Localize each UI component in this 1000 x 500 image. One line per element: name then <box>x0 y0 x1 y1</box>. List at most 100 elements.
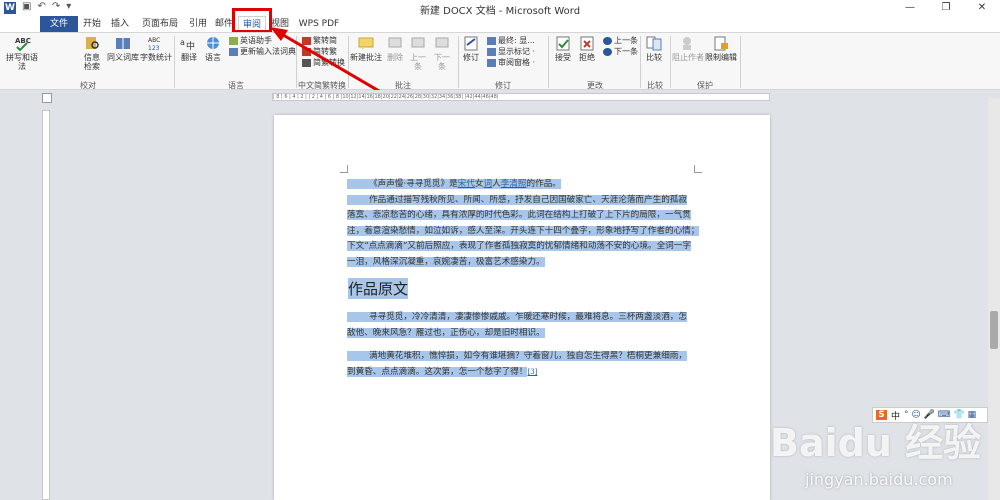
traditional-to-simplified-button[interactable]: 繁转简 <box>302 36 337 46</box>
text-line: 一泪，风格深沉凝重，哀婉凄苦，极富艺术感染力。 <box>347 256 545 267</box>
group-separator <box>174 36 175 88</box>
document-page[interactable]: 《声声慢·寻寻觅觅》是宋代女词人李清照的作品。 作品通过描写残秋所见、所闻、所感… <box>274 115 770 500</box>
thesaurus-label: 同义词库 <box>107 53 139 62</box>
t2s-label: 繁转简 <box>313 36 337 45</box>
svg-text:123: 123 <box>148 45 160 51</box>
thesaurus-icon <box>116 38 130 49</box>
chinese-conversion-button[interactable]: 简繁转换 <box>302 58 345 68</box>
text-line: 到黄昏、点点滴滴。这次第，怎一个愁字了得！ <box>347 366 528 377</box>
tab-selector-button[interactable] <box>42 93 52 103</box>
tab-file[interactable]: 文件 <box>40 16 78 32</box>
window-title: 新建 DOCX 文档 - Microsoft Word <box>419 6 581 17</box>
s2t-label: 简转繁 <box>313 47 337 56</box>
next-comment-button[interactable]: 下一条 <box>431 35 453 71</box>
show-markup-icon <box>487 47 496 56</box>
reject-label: 拒绝 <box>579 53 595 62</box>
previous-change-button[interactable]: 上一条 <box>603 36 638 46</box>
spelling-grammar-button[interactable]: ABC 拼写和语法 <box>4 35 40 71</box>
delete-comment-label: 删除 <box>387 53 403 62</box>
update-ime-dictionary-button[interactable]: 更新输入法词典 <box>229 47 296 57</box>
track-changes-button[interactable]: 修订 <box>460 35 482 62</box>
convert-label: 简繁转换 <box>313 58 345 67</box>
scrollbar-thumb[interactable] <box>990 311 998 349</box>
english-assistant-button[interactable]: 英语助手 <box>229 36 272 46</box>
language-icon <box>207 37 219 49</box>
intro-line: 《声声慢·寻寻觅觅》是宋代女词人李清照的作品。 <box>347 179 561 189</box>
margin-corner <box>694 165 702 173</box>
vertical-scrollbar[interactable] <box>988 98 1000 500</box>
footnote-ref-link[interactable]: [3] <box>527 368 537 376</box>
accept-button[interactable]: 接受 <box>552 35 574 62</box>
group-separator <box>548 36 549 88</box>
intro-paragraph[interactable]: 《声声慢·寻寻觅觅》是宋代女词人李清照的作品。 作品通过描写残秋所见、所闻、所感… <box>347 177 707 270</box>
new-comment-label: 新建批注 <box>350 53 382 62</box>
horizontal-ruler[interactable]: | 8 | 6 | 4 | 2 | | 2 | 4 | 6 | 8 |10|12… <box>272 93 770 101</box>
baidu-watermark-url: jingyan.baidu.com <box>805 470 953 489</box>
display-for-review-select[interactable]: 最终: 显... <box>487 36 535 46</box>
tab-references[interactable]: 引用 <box>186 16 210 32</box>
translate-button[interactable]: a中 翻译 <box>178 35 200 62</box>
research-label-1: 信息 <box>84 53 100 62</box>
track-changes-label: 修订 <box>463 53 479 62</box>
text-line: 敌他、晚来风急？雁过也，正伤心，却是旧时相识。 <box>347 327 545 338</box>
compare-icon <box>646 36 662 51</box>
intro-text: 《声声慢·寻寻觅觅》是 <box>369 179 458 189</box>
accept-label: 接受 <box>555 53 571 62</box>
ci-link[interactable]: 词 <box>483 179 492 189</box>
restore-button[interactable]: ❐ <box>928 0 964 16</box>
delete-comment-button[interactable]: 删除 <box>384 35 406 62</box>
restrict-editing-button[interactable]: 限制编辑 <box>704 35 738 62</box>
group-separator <box>740 36 741 88</box>
next-comment-label: 下一条 <box>434 53 450 71</box>
track-changes-icon <box>464 36 478 51</box>
close-button[interactable]: ✕ <box>964 0 1000 16</box>
translate-label: 翻译 <box>181 53 197 62</box>
research-button[interactable]: 信息 检索 <box>80 35 104 71</box>
language-button[interactable]: 语言 <box>202 35 224 62</box>
reviewing-pane-button[interactable]: 审阅窗格 · <box>487 58 535 68</box>
research-icon <box>86 37 99 49</box>
tab-page-layout[interactable]: 页面布局 <box>138 16 182 32</box>
new-comment-icon <box>358 37 374 50</box>
translate-icon: a中 <box>180 38 195 51</box>
block-authors-label: 阻止作者 <box>672 53 704 62</box>
ribbon-review: ABC 拼写和语法 信息 检索 同义词库 ABC 123 字数统计 校对 a中 翻… <box>0 32 1000 90</box>
reject-button[interactable]: 拒绝 <box>576 35 598 62</box>
minimize-button[interactable]: — <box>892 0 928 16</box>
svg-text:ABC: ABC <box>15 37 31 45</box>
block-authors-button[interactable]: 阻止作者 <box>672 35 704 62</box>
section-heading: 作品原文 <box>348 278 409 299</box>
margin-corner <box>340 165 348 173</box>
update-ime-dictionary-label: 更新输入法词典 <box>240 47 296 56</box>
text-line: 寻寻觅觅，冷冷清清，凄凄惨惨戚戚。乍暖还寒时候，最难将息。三杯两盏淡酒，怎 <box>347 312 687 322</box>
display-review-icon <box>487 36 496 45</box>
next-change-label: 下一条 <box>614 47 638 56</box>
text-line: 下文“点点滴滴”又前后照应，表现了作者孤独寂寞的忧郁情绪和动荡不安的心境。全词一… <box>347 241 691 251</box>
song-dynasty-link[interactable]: 宋代 <box>458 179 475 189</box>
simplified-to-traditional-button[interactable]: 简转繁 <box>302 47 337 57</box>
show-markup-button[interactable]: 显示标记 · <box>487 47 535 57</box>
vertical-ruler[interactable] <box>42 110 50 500</box>
word-count-button[interactable]: ABC 123 字数统计 <box>140 35 172 62</box>
intro-text: 的作品。 <box>526 179 561 189</box>
show-markup-label: 显示标记 · <box>498 47 536 56</box>
tab-wps-pdf[interactable]: WPS PDF <box>298 16 340 32</box>
poem-stanza-2[interactable]: 满地黄花堆积，憔悴损，如今有谁堪摘？守着窗儿，独自怎生得黑？梧桐更兼细雨， 到黄… <box>347 349 707 380</box>
tab-home[interactable]: 开始 <box>80 16 104 32</box>
thesaurus-button[interactable]: 同义词库 <box>106 35 140 62</box>
text-line: 作品通过描写残秋所见、所闻、所感，抒发自己因国破家亡、天涯沦落而产生的孤寂 <box>347 194 687 205</box>
previous-comment-button[interactable]: 上一条 <box>407 35 429 71</box>
next-change-button[interactable]: 下一条 <box>603 47 638 57</box>
new-comment-button[interactable]: 新建批注 <box>350 35 382 62</box>
svg-text:中: 中 <box>186 40 195 51</box>
display-review-value: 最终: 显... <box>498 36 535 45</box>
compare-button[interactable]: 比较 <box>643 35 665 62</box>
restrict-editing-icon <box>714 36 728 51</box>
convert-icon <box>302 58 311 67</box>
poem-stanza-1[interactable]: 寻寻觅觅，冷冷清清，凄凄惨惨戚戚。乍暖还寒时候，最难将息。三杯两盏淡酒，怎 敌他… <box>347 310 707 341</box>
li-qingzhao-link[interactable]: 李清照 <box>501 179 527 189</box>
block-authors-icon <box>683 37 691 50</box>
tab-insert[interactable]: 插入 <box>108 16 132 32</box>
ime-dictionary-icon <box>229 47 238 56</box>
text-line: 注，着意渲染愁情，如泣如诉，感人至深。开头连下十四个叠字，形象地抒写了作者的心情… <box>347 225 700 236</box>
